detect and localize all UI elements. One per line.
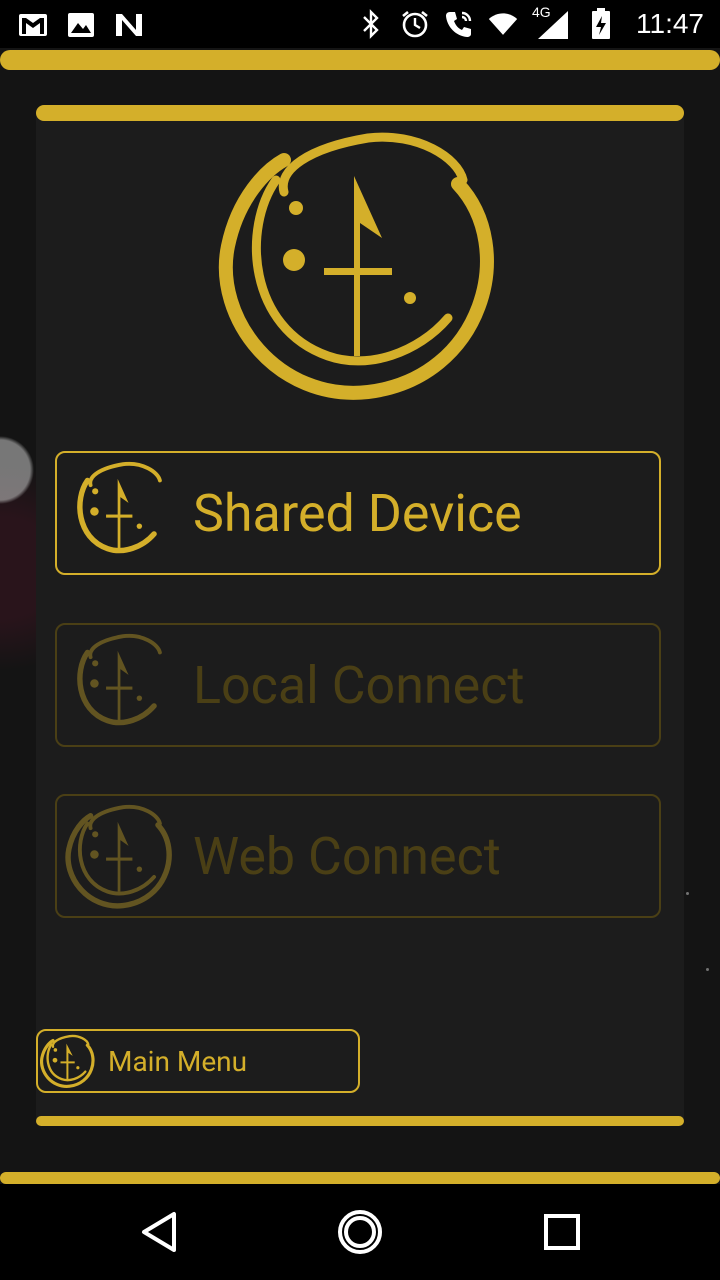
gmail-icon	[18, 10, 48, 40]
top-inner-rail	[36, 105, 684, 121]
shared-device-button[interactable]: Shared Device	[55, 451, 661, 575]
main-menu-button[interactable]: Main Menu	[36, 1029, 360, 1093]
bottom-outer-rail	[0, 1172, 720, 1184]
local-connect-label: Local Connect	[193, 654, 525, 716]
home-icon[interactable]	[336, 1208, 384, 1256]
shared-device-label: Shared Device	[193, 482, 522, 544]
local-connect-button[interactable]: Local Connect	[55, 623, 661, 747]
crescent-sword-logo-icon	[65, 630, 175, 740]
top-outer-rail	[0, 50, 720, 70]
clock: 11:47	[636, 8, 704, 39]
back-icon[interactable]	[136, 1208, 184, 1256]
battery-charging-icon	[586, 8, 616, 39]
status-bar: 4G 11:47	[0, 0, 720, 48]
web-connect-button[interactable]: Web Connect	[55, 794, 661, 918]
bluetooth-icon	[356, 9, 386, 39]
web-connect-label: Web Connect	[193, 825, 501, 887]
alarm-icon	[400, 9, 430, 39]
gallery-icon	[66, 10, 96, 40]
signal-icon: 4G	[532, 4, 572, 42]
bottom-inner-rail	[36, 1116, 684, 1126]
call-icon	[444, 9, 474, 39]
wifi-icon	[488, 9, 518, 39]
main-menu-label: Main Menu	[108, 1044, 248, 1078]
recents-icon[interactable]	[540, 1208, 588, 1256]
n-notification-icon	[114, 10, 144, 40]
crescent-sword-logo-icon	[65, 801, 175, 911]
crescent-sword-logo-icon	[65, 458, 175, 568]
navigation-bar	[0, 1184, 720, 1280]
crescent-sword-logo-icon	[218, 128, 502, 400]
crescent-sword-logo-icon	[40, 1033, 96, 1089]
